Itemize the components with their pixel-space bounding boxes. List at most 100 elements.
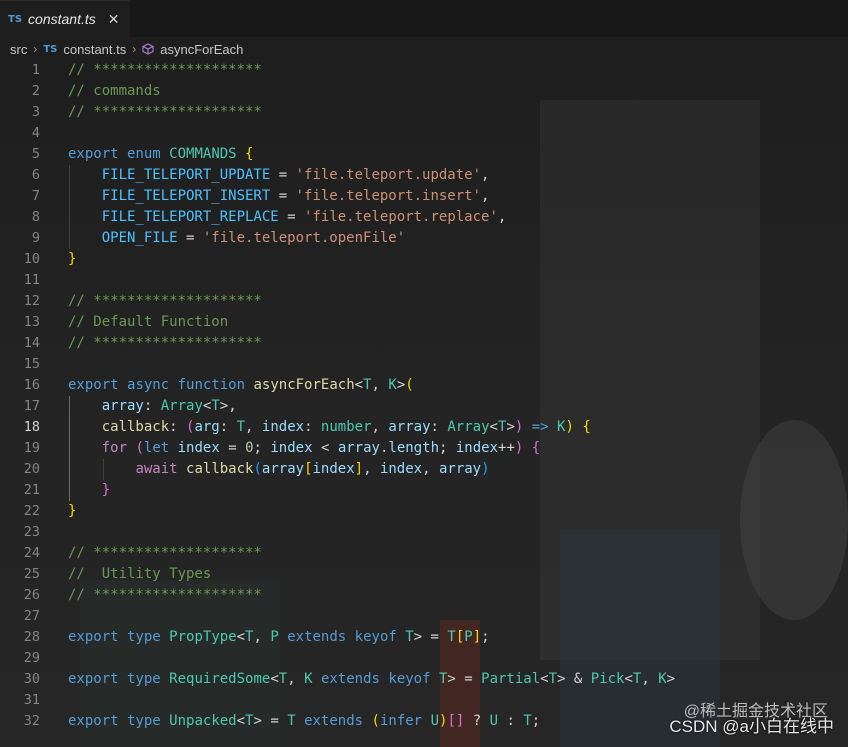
code-line[interactable]: 22} — [0, 501, 848, 522]
code-line[interactable]: 18 callback: (arg: T, index: number, arr… — [0, 417, 848, 438]
code-line[interactable]: 6 FILE_TELEPORT_UPDATE = 'file.teleport.… — [0, 165, 848, 186]
code-line[interactable]: 17 array: Array<T>, — [0, 396, 848, 417]
code-token: // ******************** — [68, 545, 262, 561]
line-number: 14 — [23, 335, 40, 351]
line-number: 18 — [23, 419, 40, 435]
breadcrumb-folder[interactable]: src — [10, 42, 27, 57]
code-token: index — [379, 461, 423, 477]
code-line[interactable]: 4 — [0, 123, 848, 144]
code-token: array — [261, 461, 305, 477]
code-line[interactable]: 23 — [0, 522, 848, 543]
code-token: T — [287, 713, 296, 729]
code-line[interactable]: 13 // Default Function — [0, 312, 848, 333]
code-line[interactable]: 24 // ******************** — [0, 543, 848, 564]
code-token: : — [304, 419, 321, 435]
code-text: export async function asyncForEach<T, K>… — [68, 375, 414, 396]
line-number: 29 — [23, 650, 40, 666]
code-line[interactable]: 21 } — [0, 480, 848, 501]
code-text: export type PropType<T, P extends keyof … — [68, 627, 490, 648]
line-number: 8 — [31, 209, 40, 225]
code-line[interactable]: 15 — [0, 354, 848, 375]
code-line[interactable]: 19 for (let index = 0; index < array.len… — [0, 438, 848, 459]
code-line[interactable]: 1 // ******************** — [0, 60, 848, 81]
code-token: export — [68, 713, 119, 729]
code-line[interactable]: 12 // ******************** — [0, 291, 848, 312]
code-token: T — [523, 713, 532, 729]
code-line[interactable]: 11 — [0, 270, 848, 291]
line-number: 16 — [23, 377, 40, 393]
code-token: 'file.teleport.openFile' — [202, 230, 406, 246]
code-token: Partial — [481, 671, 541, 687]
code-token: Array — [160, 398, 203, 414]
code-token: extends — [287, 629, 347, 645]
code-text: FILE_TELEPORT_INSERT = 'file.teleport.in… — [68, 186, 490, 207]
code-token: > — [666, 671, 676, 687]
code-token: : — [219, 419, 237, 435]
code-line[interactable]: 30 export type RequiredSome<T, K extends … — [0, 669, 848, 690]
code-token: let — [143, 440, 170, 456]
code-line[interactable]: 27 — [0, 606, 848, 627]
code-token: 'file.teleport.replace' — [304, 209, 498, 225]
code-line[interactable]: 29 — [0, 648, 848, 669]
code-line[interactable]: 14 // ******************** — [0, 333, 848, 354]
code-token: ] — [354, 461, 364, 477]
code-text: // ******************** — [68, 60, 262, 81]
code-line[interactable]: 25 // Utility Types — [0, 564, 848, 585]
code-token: callback — [186, 461, 254, 477]
tab-constant-ts[interactable]: TS constant.ts ✕ — [0, 0, 130, 37]
code-line[interactable]: 9 OPEN_FILE = 'file.teleport.openFile' — [0, 228, 848, 249]
line-number: 27 — [23, 608, 40, 624]
code-line[interactable]: 7 FILE_TELEPORT_INSERT = 'file.teleport.… — [0, 186, 848, 207]
code-token: index — [270, 440, 313, 456]
code-line[interactable]: 28 export type PropType< T, P extends keyo… — [0, 627, 848, 648]
code-line[interactable]: 16 export async function asyncForEach<T, … — [0, 375, 848, 396]
line-number: 9 — [31, 230, 40, 246]
breadcrumb-symbol[interactable]: asyncForEach — [160, 42, 243, 57]
code-token: : — [430, 419, 448, 435]
close-icon[interactable]: ✕ — [108, 11, 120, 28]
code-token: > = — [253, 713, 288, 729]
code-token: , — [363, 461, 380, 477]
code-token: type — [127, 629, 161, 645]
code-token: length — [388, 440, 439, 456]
code-line[interactable]: 26 // ******************** — [0, 585, 848, 606]
code-token: type — [127, 713, 161, 729]
code-token: = — [270, 167, 296, 183]
code-text: // ******************** — [68, 543, 262, 564]
code-line[interactable]: 5 export enum COMMANDS { — [0, 144, 848, 165]
code-line[interactable]: 2 // commands — [0, 81, 848, 102]
code-token: [ — [304, 461, 313, 477]
code-token: ) — [481, 461, 490, 477]
code-token: ( — [135, 440, 144, 456]
line-number: 7 — [31, 188, 40, 204]
code-token: array — [337, 440, 380, 456]
code-token: OPEN_FILE — [101, 230, 178, 246]
code-text: } — [68, 249, 76, 270]
code-editor[interactable]: 1 // ******************** 2 // commands 3 // … — [0, 60, 848, 747]
line-number: 31 — [23, 692, 40, 708]
code-text: // Utility Types — [68, 564, 211, 585]
code-token: = — [278, 209, 305, 225]
code-token: 0 — [245, 440, 254, 456]
line-number: 23 — [23, 524, 40, 540]
code-line[interactable]: 10} — [0, 249, 848, 270]
code-token: ; — [481, 629, 490, 645]
breadcrumb-file[interactable]: constant.ts — [63, 42, 126, 57]
code-token: , — [371, 419, 389, 435]
line-number: 4 — [31, 125, 40, 141]
code-line[interactable]: 20 await callback(array[index], index, a… — [0, 459, 848, 480]
code-token: function — [177, 377, 246, 393]
code-token: K — [388, 377, 397, 393]
code-text: await callback(array[index], index, arra… — [68, 459, 490, 480]
code-text: // commands — [68, 81, 161, 102]
code-line[interactable]: 3 // ******************** — [0, 102, 848, 123]
code-line[interactable]: 8 FILE_TELEPORT_REPLACE = 'file.teleport… — [0, 207, 848, 228]
